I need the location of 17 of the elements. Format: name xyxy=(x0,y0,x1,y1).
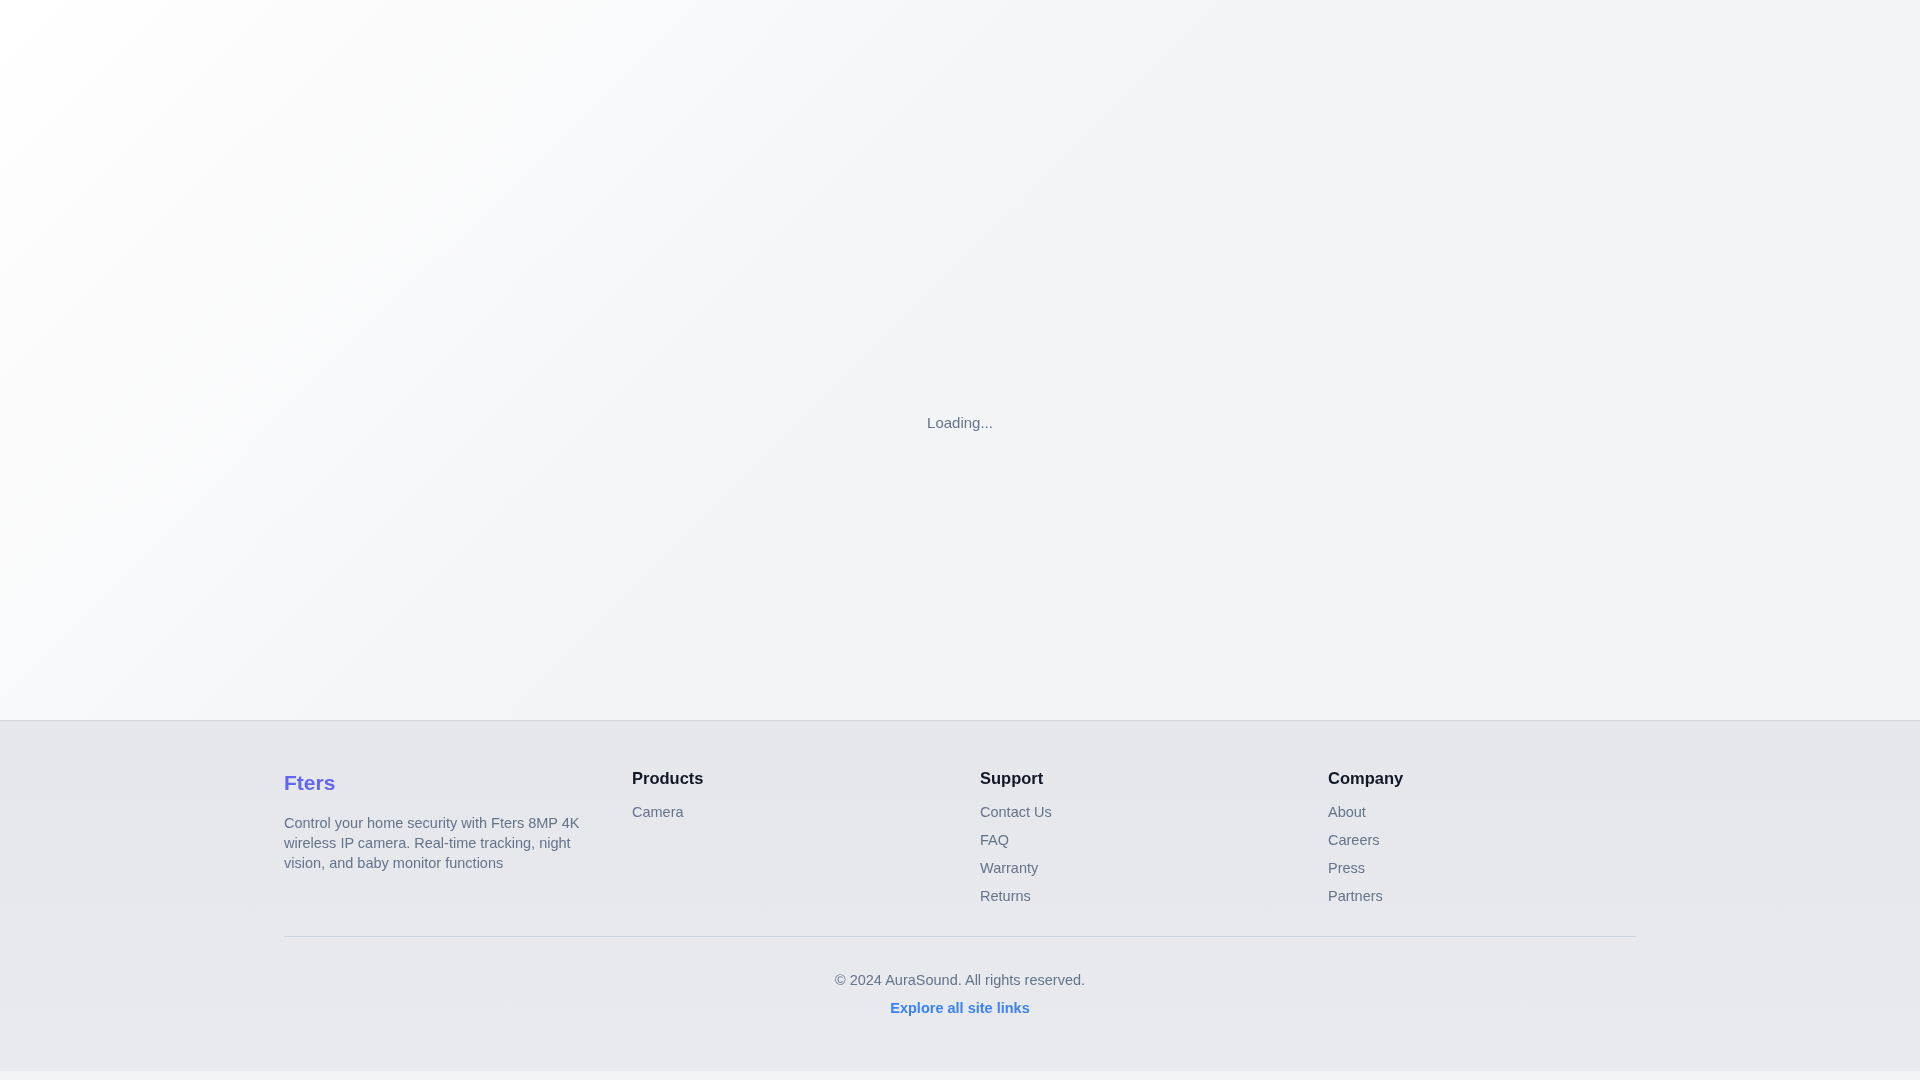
footer-link[interactable]: Camera xyxy=(632,802,684,822)
column-heading: Support xyxy=(980,769,1045,788)
column-heading: Company xyxy=(1328,769,1405,788)
footer-link[interactable]: Careers xyxy=(1328,830,1380,850)
copyright-text: © 2024 AuraSound. All rights reserved. xyxy=(834,971,1086,990)
footer-link[interactable]: FAQ xyxy=(980,830,1009,850)
footer-link[interactable]: About xyxy=(1328,802,1366,822)
brand-logo: Fters xyxy=(284,771,337,795)
footer-link[interactable]: Partners xyxy=(1328,886,1383,906)
footer-link[interactable]: Returns xyxy=(980,886,1031,906)
explore-link[interactable]: Explore all site links xyxy=(890,998,1030,1018)
column-heading: Products xyxy=(632,769,705,788)
footer-link[interactable]: Press xyxy=(1328,858,1366,878)
brand-description: Control your home security with Fters 8MP 4K wireless IP camera. Real-time tracking, night vision, and baby monitor functions xyxy=(284,814,581,873)
footer-link[interactable]: Warranty xyxy=(980,858,1039,878)
footer-link[interactable]: Contact Us xyxy=(980,802,1052,822)
loading-text: Loading... xyxy=(927,414,993,433)
